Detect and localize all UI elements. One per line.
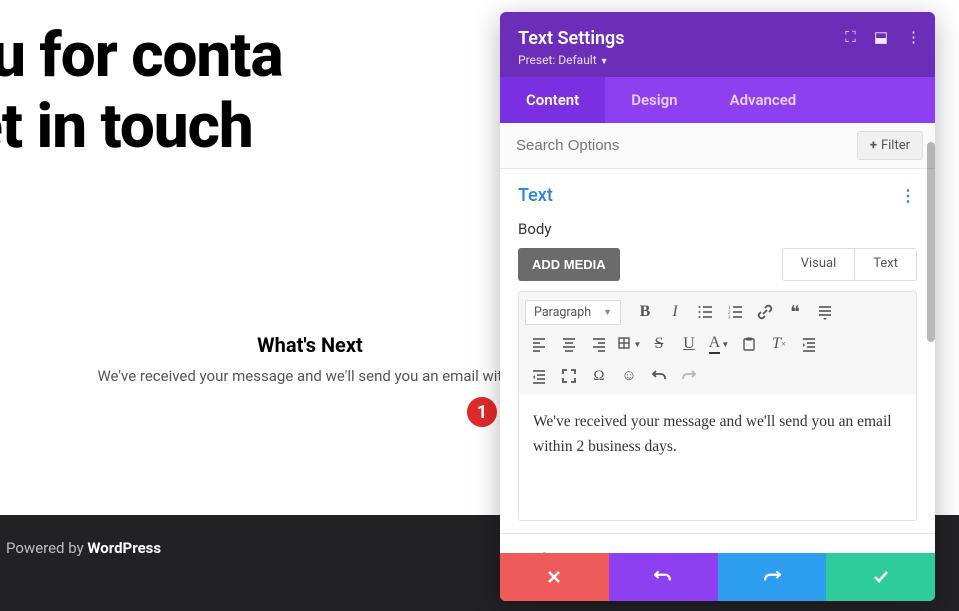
fullscreen-icon[interactable] xyxy=(555,363,583,389)
link-icon[interactable] xyxy=(751,299,779,325)
panel-tabs: Content Design Advanced xyxy=(500,77,935,123)
align-left-icon[interactable] xyxy=(525,331,553,357)
text-color-icon[interactable]: A▼ xyxy=(705,331,733,357)
cancel-button[interactable] xyxy=(500,553,609,601)
outdent-icon[interactable] xyxy=(525,363,553,389)
search-input[interactable] xyxy=(500,123,845,168)
hero-line-1: k you for conta xyxy=(0,19,283,92)
panel-scroll-area: +Filter Text ⋮ Body ADD MEDIA Visual Tex… xyxy=(500,123,935,601)
plus-icon: + xyxy=(870,138,877,153)
editor-toolbar: Paragraph▼ B I 123 ❝ xyxy=(518,291,917,394)
editor-tab-text[interactable]: Text xyxy=(855,249,916,280)
text-section-more-icon[interactable]: ⋮ xyxy=(900,186,917,205)
redo-icon[interactable] xyxy=(675,363,703,389)
layout-icon[interactable]: ⬓ xyxy=(874,28,888,46)
caret-down-icon: ▼ xyxy=(600,57,609,67)
undo-button[interactable] xyxy=(609,553,718,601)
hero-line-2: 'll get in touch xyxy=(0,90,253,163)
expand-icon[interactable]: ⛶ xyxy=(845,28,856,46)
editor-mode-tabs: Visual Text xyxy=(782,248,917,281)
align-expand-icon[interactable] xyxy=(811,299,839,325)
panel-header[interactable]: Text Settings Preset: Default▼ ⛶ ⬓ ⋮ xyxy=(500,12,935,77)
preset-selector[interactable]: Preset: Default▼ xyxy=(518,53,917,67)
italic-icon[interactable]: I xyxy=(661,299,689,325)
bullet-list-icon[interactable] xyxy=(691,299,719,325)
align-right-icon[interactable] xyxy=(585,331,613,357)
strikethrough-icon[interactable]: S xyxy=(645,331,673,357)
undo-icon[interactable] xyxy=(645,363,673,389)
editor-content-area[interactable]: We've received your message and we'll se… xyxy=(518,394,917,521)
redo-button[interactable] xyxy=(718,553,827,601)
editor-top-row: ADD MEDIA Visual Text xyxy=(518,248,917,281)
svg-text:3: 3 xyxy=(728,316,731,320)
footer-brand: WordPress xyxy=(87,539,161,557)
panel-action-bar xyxy=(500,553,935,601)
filter-button[interactable]: +Filter xyxy=(857,131,923,160)
blockquote-icon[interactable]: ❝ xyxy=(781,299,809,325)
scrollbar-thumb[interactable] xyxy=(927,142,935,342)
indent-icon[interactable] xyxy=(795,331,823,357)
more-icon[interactable]: ⋮ xyxy=(906,28,921,46)
paste-icon[interactable] xyxy=(735,331,763,357)
special-char-icon[interactable]: Ω xyxy=(585,363,613,389)
save-button[interactable] xyxy=(826,553,935,601)
text-section: Text ⋮ Body ADD MEDIA Visual Text Paragr… xyxy=(500,169,935,534)
bold-icon[interactable]: B xyxy=(631,299,659,325)
table-icon[interactable]: ▼ xyxy=(615,331,643,357)
body-field-label: Body xyxy=(518,220,917,238)
clear-format-icon[interactable]: T× xyxy=(765,331,793,357)
caret-down-icon: ▼ xyxy=(603,307,612,318)
tab-content[interactable]: Content xyxy=(500,77,605,123)
panel-header-icons: ⛶ ⬓ ⋮ xyxy=(845,28,921,46)
tab-design[interactable]: Design xyxy=(605,77,703,123)
search-row: +Filter xyxy=(500,123,935,169)
text-section-title[interactable]: Text xyxy=(518,185,553,206)
numbered-list-icon[interactable]: 123 xyxy=(721,299,749,325)
footer-prefix: Powered by xyxy=(6,539,87,557)
underline-icon[interactable]: U xyxy=(675,331,703,357)
align-center-icon[interactable] xyxy=(555,331,583,357)
emoji-icon[interactable]: ☺ xyxy=(615,363,643,389)
tab-advanced[interactable]: Advanced xyxy=(704,77,823,123)
text-settings-panel: Text Settings Preset: Default▼ ⛶ ⬓ ⋮ Con… xyxy=(500,12,935,601)
editor-tab-visual[interactable]: Visual xyxy=(783,249,856,280)
add-media-button[interactable]: ADD MEDIA xyxy=(518,248,620,281)
callout-marker-1: 1 xyxy=(465,395,499,429)
format-select[interactable]: Paragraph▼ xyxy=(525,300,621,325)
